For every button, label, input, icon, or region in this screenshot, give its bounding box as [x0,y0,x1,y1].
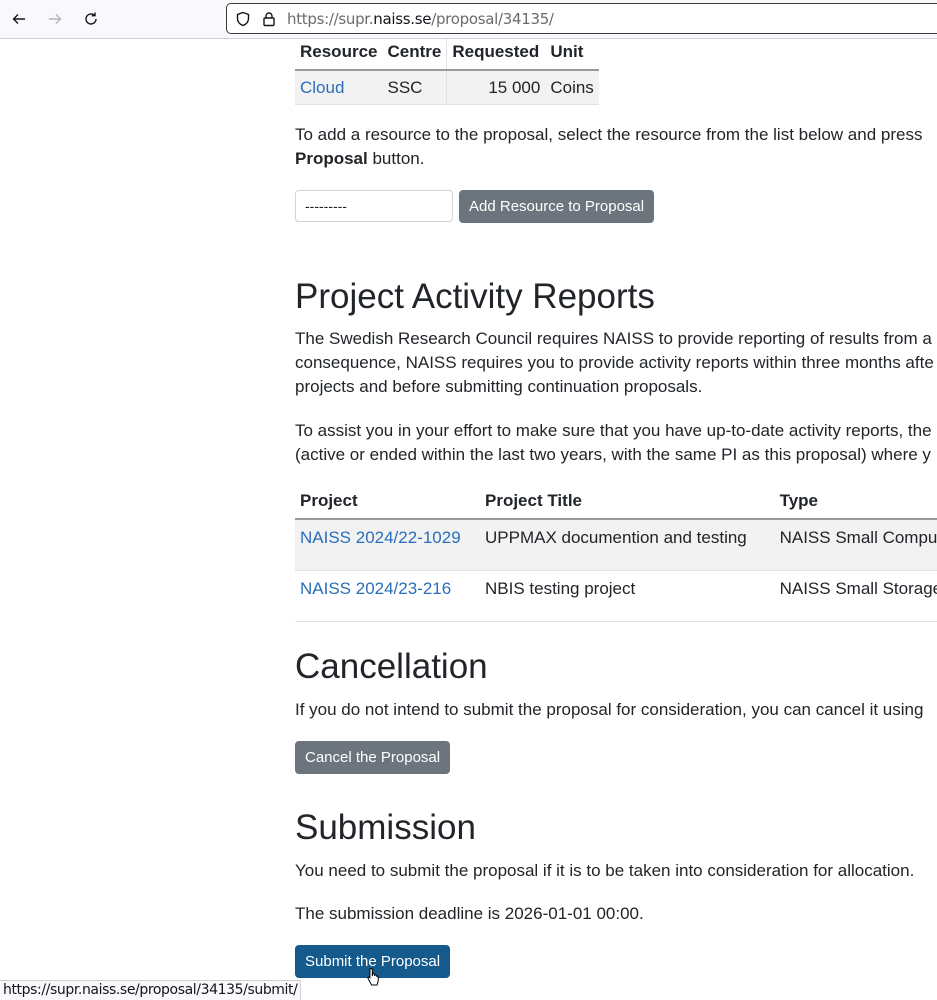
activity-paragraph-2: To assist you in your effort to make sur… [295,419,932,467]
cancellation-text: If you do not intend to submit the propo… [295,700,924,719]
header-project-title: Project Title [480,488,775,520]
hand-cursor-icon [367,967,379,986]
submission-heading: Submission [295,808,476,847]
paragraph-line: projects and before submitting continuat… [295,377,703,396]
paragraph-line: (active or ended within the last two yea… [295,445,931,464]
project-table: Project Project Title Type E NAISS 2024/… [295,488,937,622]
arrow-left-icon [12,14,25,24]
project-table-header: Project Project Title Type E [295,488,937,520]
forward-button[interactable] [44,8,66,30]
cancel-proposal-button[interactable]: Cancel the Proposal [295,741,451,774]
resource-centre: SSC [382,70,447,105]
resource-unit: Coins [545,70,599,105]
back-button[interactable] [8,8,30,30]
browser-toolbar: https://supr.naiss.se/proposal/34135/ [0,0,937,39]
url-text[interactable]: https://supr.naiss.se/proposal/34135/ [287,10,554,28]
project-type: NAISS Small Storage [774,570,937,622]
project-link[interactable]: NAISS 2024/22-1029 [300,528,461,547]
reload-button[interactable] [80,8,102,30]
lock-icon[interactable] [261,11,277,27]
header-requested: Requested [446,39,546,71]
shield-icon[interactable] [235,11,251,27]
table-row: NAISS 2024/23-216 NBIS testing project N… [295,570,937,622]
instruction-line: Proposal button. [295,147,922,171]
resource-table-header: Resource Centre Requested Unit [295,39,599,71]
instruction-tail: button. [367,149,425,168]
instruction-bold: Proposal [295,149,368,168]
header-type: Type [774,488,937,520]
instruction-line: To add a resource to the proposal, selec… [295,125,923,144]
reload-icon [85,12,97,25]
paragraph-line: consequence, NAISS requires you to provi… [295,353,934,372]
header-project: Project [295,488,480,520]
status-bar-url: https://supr.naiss.se/proposal/34135/sub… [0,980,302,1000]
resource-requested: 15 000 [446,70,546,105]
submission-text: You need to submit the proposal if it is… [295,861,915,880]
paragraph-line: The Swedish Research Council requires NA… [295,329,932,348]
activity-paragraph-1: The Swedish Research Council requires NA… [295,327,934,399]
header-centre: Centre [382,39,447,71]
url-host: naiss.se [373,10,432,28]
cancellation-heading: Cancellation [295,647,488,686]
project-title: UPPMAX documention and testing [480,519,775,571]
table-row: Cloud SSC 15 000 Coins [295,70,599,105]
add-resource-instructions: To add a resource to the proposal, selec… [295,123,922,171]
arrow-right-icon [49,14,62,24]
add-resource-button[interactable]: Add Resource to Proposal [459,190,655,223]
paragraph-line: To assist you in your effort to make sur… [295,421,932,440]
submission-deadline: The submission deadline is 2026-01-01 00… [295,904,644,923]
project-type: NAISS Small Compute [774,519,937,571]
resource-select[interactable]: --------- [295,190,453,222]
header-unit: Unit [545,39,599,71]
activity-reports-heading: Project Activity Reports [295,277,655,316]
url-prefix: https://supr. [287,10,374,28]
project-link[interactable]: NAISS 2024/23-216 [300,579,451,598]
address-bar[interactable]: https://supr.naiss.se/proposal/34135/ [226,3,937,34]
header-resource: Resource [295,39,383,71]
url-path: /proposal/34135/ [431,10,554,28]
project-title: NBIS testing project [480,570,775,622]
table-row: NAISS 2024/22-1029 UPPMAX documention an… [295,519,937,571]
resource-table: Resource Centre Requested Unit Cloud SSC… [295,39,599,105]
resource-link[interactable]: Cloud [300,78,344,97]
